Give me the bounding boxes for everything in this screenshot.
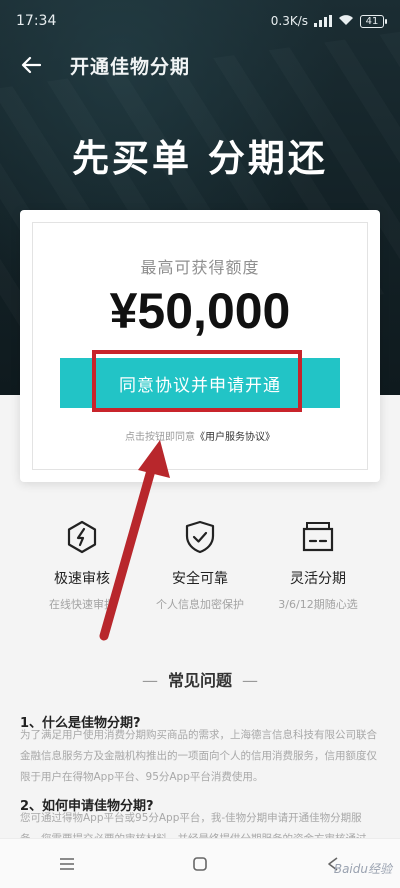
home-square-icon[interactable] (180, 844, 220, 884)
shield-check-icon (185, 520, 215, 554)
feature-flexible-installment: 灵活分期 3/6/12期随心选 (260, 520, 376, 620)
feature-fast-review: 极速审核 在线快速审批 (24, 520, 140, 620)
status-indicators: 0.3K/s 41 (270, 14, 387, 29)
feature-title: 极速审核 (54, 571, 110, 587)
faq-heading: — 常见问题 — (0, 667, 400, 691)
menu-icon[interactable] (47, 844, 87, 884)
page-title: 开通佳物分期 (70, 55, 191, 78)
nav-bar: 开通佳物分期 (0, 48, 400, 82)
agreement-notice: 点击按钮即同意《用户服务协议》 (20, 428, 380, 443)
arrow-left-icon[interactable] (18, 52, 44, 78)
card-icon (302, 522, 334, 552)
feature-subtitle: 在线快速审批 (49, 598, 115, 611)
credit-limit-card: 最高可获得额度 ¥50,000 同意协议并申请开通 点击按钮即同意《用户服务协议… (20, 210, 380, 482)
agree-and-apply-button[interactable]: 同意协议并申请开通 (60, 358, 340, 408)
faq-answer-1: 为了满足用户使用消费分期购买商品的需求，上海德言信息科技有限公司联合金融信息服务… (20, 729, 377, 783)
limit-label: 最高可获得额度 (140, 258, 260, 277)
agreement-prefix: 点击按钮即同意 (125, 432, 195, 443)
faq-answer-2: 您可通过得物App平台或95分App平台，我-佳物分期申请开通佳物分期服务。您需… (20, 812, 367, 838)
hero-slogan: 先买单 分期还 (72, 137, 328, 180)
faq-heading-dash-left: — (141, 671, 158, 690)
faq-heading-text: 常见问题 (167, 671, 232, 690)
signal-icon (314, 15, 332, 27)
user-service-agreement-link[interactable]: 《用户服务协议》 (195, 432, 275, 443)
status-time: 17:34 (16, 13, 57, 29)
watermark: Baidu经验 (333, 862, 392, 876)
feature-title: 安全可靠 (172, 571, 228, 587)
battery-level: 41 (365, 15, 379, 27)
feature-secure: 安全可靠 个人信息加密保护 (142, 520, 258, 620)
status-bar: 17:34 0.3K/s 41 (0, 0, 400, 42)
feature-list: 极速审核 在线快速审批 安全可靠 个人信息加密保护 灵活分期 3/6/12期随心… (0, 520, 400, 620)
limit-amount: ¥50,000 (109, 283, 291, 339)
feature-subtitle: 个人信息加密保护 (156, 598, 244, 611)
battery-icon: 41 (360, 14, 387, 28)
faq-heading-dash-right: — (242, 671, 258, 690)
feature-title: 灵活分期 (290, 571, 346, 587)
lightning-hexagon-icon (67, 520, 97, 554)
wifi-icon (338, 14, 354, 29)
feature-subtitle: 3/6/12期随心选 (278, 598, 358, 611)
net-speed: 0.3K/s (270, 14, 308, 28)
